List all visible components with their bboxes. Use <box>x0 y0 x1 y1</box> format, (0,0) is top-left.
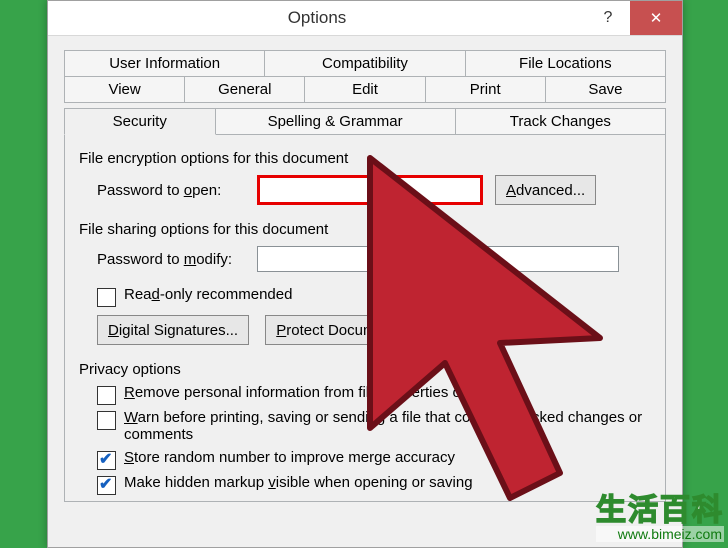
store-checkbox[interactable] <box>97 451 116 470</box>
tab-row-2: View General Edit Print Save <box>64 77 666 103</box>
store-label: Store random number to improve merge acc… <box>124 449 455 466</box>
readonly-row[interactable]: Read-only recommended <box>97 286 651 305</box>
security-buttons: Digital Signatures... Protect Document..… <box>97 315 651 345</box>
tab-save[interactable]: Save <box>545 77 666 103</box>
password-modify-input[interactable] <box>257 246 619 272</box>
store-row[interactable]: Store random number to improve merge acc… <box>97 449 651 468</box>
titlebar: Options ? ✕ <box>48 1 682 36</box>
protect-document-button[interactable]: Protect Document... <box>265 315 420 345</box>
readonly-checkbox[interactable] <box>97 288 116 307</box>
password-open-row: Password to open: Advanced... <box>97 175 651 205</box>
close-button[interactable]: ✕ <box>630 1 682 35</box>
warn-checkbox[interactable] <box>97 411 116 430</box>
readonly-label: Read-only recommended <box>124 286 292 303</box>
tab-edit[interactable]: Edit <box>304 77 425 103</box>
visible-label: Make hidden markup visible when opening … <box>124 474 473 491</box>
help-button[interactable]: ? <box>586 1 630 35</box>
visible-checkbox[interactable] <box>97 476 116 495</box>
tab-row-1: User Information Compatibility File Loca… <box>64 50 666 77</box>
encryption-group-label: File encryption options for this documen… <box>79 150 651 167</box>
password-open-label: Password to open: <box>97 182 257 199</box>
remove-pi-label: Remove personal information from file pr… <box>124 384 505 401</box>
advanced-button[interactable]: Advanced... <box>495 175 596 205</box>
digital-signatures-button[interactable]: Digital Signatures... <box>97 315 249 345</box>
warn-row[interactable]: Warn before printing, saving or sending … <box>97 409 651 443</box>
tab-general[interactable]: General <box>184 77 305 103</box>
privacy-group-label: Privacy options <box>79 361 651 378</box>
remove-pi-checkbox[interactable] <box>97 386 116 405</box>
remove-pi-row[interactable]: Remove personal information from file pr… <box>97 384 651 403</box>
dialog-title: Options <box>48 8 586 28</box>
options-dialog: Options ? ✕ User Information Compatibili… <box>47 0 683 548</box>
sharing-group-label: File sharing options for this document <box>79 221 651 238</box>
client-area: User Information Compatibility File Loca… <box>48 36 682 502</box>
warn-label: Warn before printing, saving or sending … <box>124 409 651 443</box>
tab-compatibility[interactable]: Compatibility <box>264 50 465 77</box>
tab-user-information[interactable]: User Information <box>64 50 265 77</box>
tab-spelling-grammar[interactable]: Spelling & Grammar <box>215 108 456 135</box>
tab-track-changes[interactable]: Track Changes <box>455 108 666 135</box>
tab-row-3: Security Spelling & Grammar Track Change… <box>64 108 666 135</box>
tab-file-locations[interactable]: File Locations <box>465 50 666 77</box>
security-panel: File encryption options for this documen… <box>64 134 666 502</box>
password-modify-row: Password to modify: <box>97 246 651 272</box>
visible-row[interactable]: Make hidden markup visible when opening … <box>97 474 651 493</box>
tab-print[interactable]: Print <box>425 77 546 103</box>
tab-security[interactable]: Security <box>64 108 216 135</box>
tab-view[interactable]: View <box>64 77 185 103</box>
password-modify-label: Password to modify: <box>97 251 257 268</box>
password-open-input[interactable] <box>257 175 483 205</box>
